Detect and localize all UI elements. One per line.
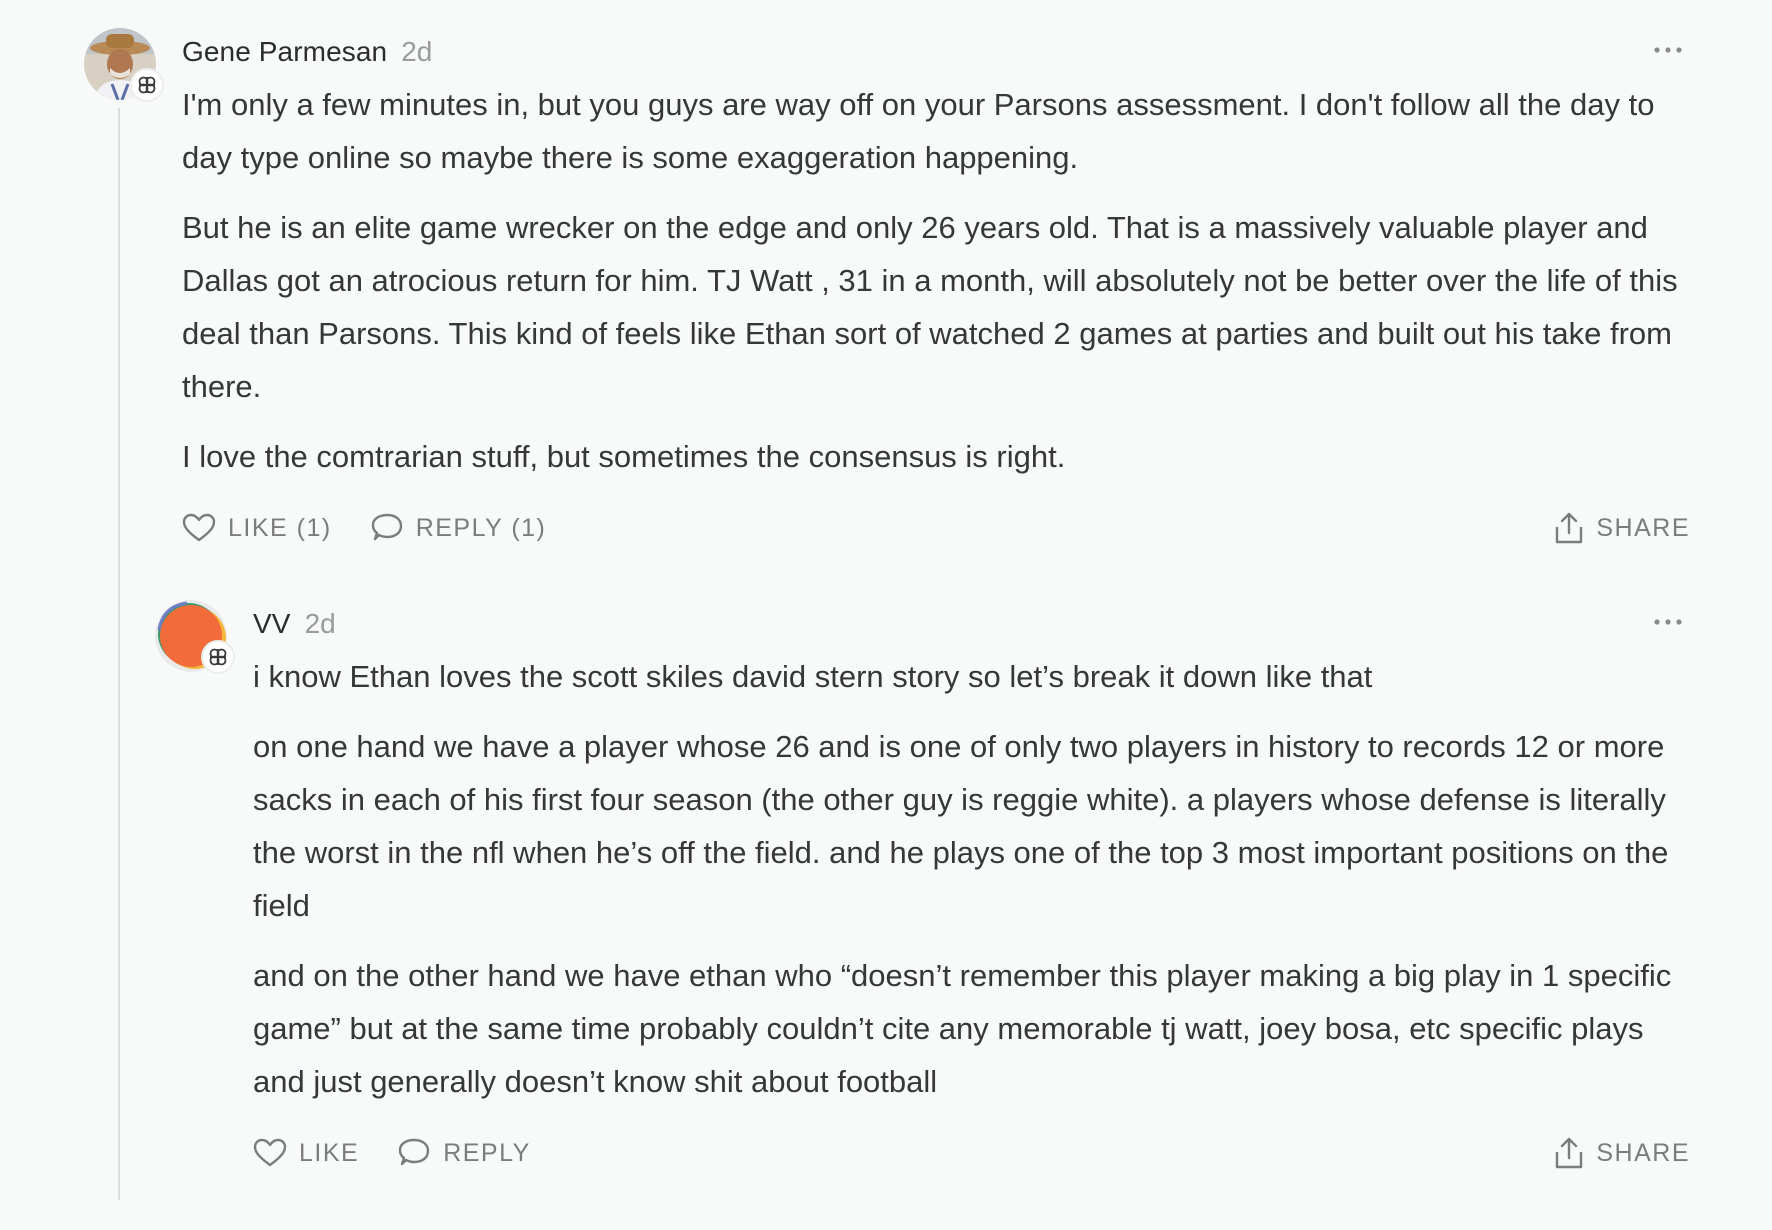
avatar[interactable] [84, 28, 164, 102]
comment-paragraph: and on the other hand we have ethan who … [253, 958, 1672, 1099]
share-label: SHARE [1596, 1138, 1690, 1167]
clover-badge-icon [130, 68, 164, 102]
reply-label: REPLY [443, 1138, 531, 1167]
timestamp[interactable]: 2d [305, 608, 336, 640]
more-options-button[interactable] [1646, 38, 1690, 62]
comment-paragraph: i know Ethan loves the scott skiles davi… [253, 659, 1373, 694]
timestamp[interactable]: 2d [401, 36, 432, 68]
comment-paragraph: But he is an elite game wrecker on the e… [182, 210, 1678, 404]
heart-icon [182, 513, 216, 542]
comment-paragraph: I'm only a few minutes in, but you guys … [182, 87, 1655, 175]
comment-paragraph: on one hand we have a player whose 26 an… [253, 729, 1669, 923]
author-name[interactable]: VV [253, 608, 291, 640]
more-horizontal-icon [1654, 619, 1682, 625]
comment-body: i know Ethan loves the scott skiles davi… [253, 650, 1690, 1108]
more-options-button[interactable] [1646, 610, 1690, 634]
like-label: LIKE (1) [228, 513, 332, 542]
share-label: SHARE [1596, 513, 1690, 542]
share-icon [1556, 1137, 1583, 1169]
comment-meta: Gene Parmesan 2d [182, 28, 1690, 76]
comment-paragraph: I love the comtrarian stuff, but sometim… [182, 439, 1066, 474]
avatar[interactable] [155, 600, 235, 674]
more-horizontal-icon [1654, 47, 1682, 53]
comment: VV 2d i know Ethan loves the scott skile… [155, 600, 1690, 1181]
like-button[interactable]: LIKE (1) [182, 513, 332, 543]
comment-actions: LIKE REPLY SHARE [253, 1125, 1690, 1181]
author-name[interactable]: Gene Parmesan [182, 36, 387, 68]
share-icon [1556, 512, 1583, 544]
share-button[interactable]: SHARE [1554, 511, 1690, 545]
reply-label: REPLY (1) [415, 513, 547, 542]
reply-button[interactable]: REPLY [397, 1138, 531, 1168]
like-button[interactable]: LIKE [253, 1138, 359, 1168]
clover-badge-icon [201, 640, 235, 674]
reply-button[interactable]: REPLY (1) [370, 513, 547, 543]
comment-actions: LIKE (1) REPLY (1) SHARE [182, 500, 1690, 556]
comment: Gene Parmesan 2d I'm only a few minutes … [84, 28, 1690, 556]
comment-meta: VV 2d [253, 600, 1690, 648]
like-label: LIKE [299, 1138, 360, 1167]
speech-bubble-icon [371, 513, 402, 541]
share-button[interactable]: SHARE [1554, 1136, 1690, 1170]
speech-bubble-icon [399, 1138, 430, 1166]
heart-icon [253, 1138, 287, 1167]
comment-body: I'm only a few minutes in, but you guys … [182, 78, 1690, 483]
